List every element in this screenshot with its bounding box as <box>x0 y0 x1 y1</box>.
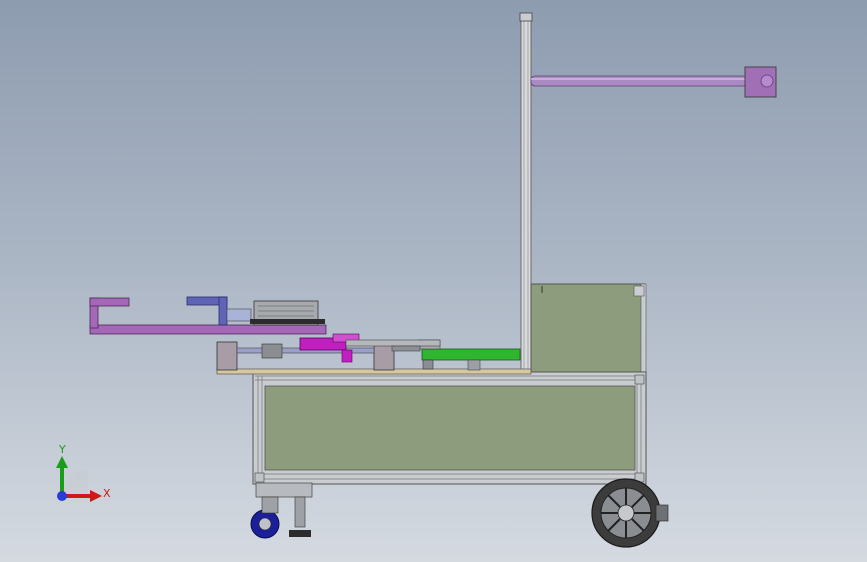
large-wheel <box>591 478 669 548</box>
coordinate-triad <box>56 456 102 502</box>
x-axis-arrow-icon <box>90 490 102 502</box>
slide-mechanism <box>216 333 441 371</box>
machine-cart-drawing <box>56 12 777 548</box>
cad-viewport[interactable]: X Y <box>0 0 867 562</box>
y-axis-label: Y <box>59 443 66 456</box>
overhead-arm <box>530 66 777 98</box>
vertical-post <box>519 12 533 375</box>
x-axis-label: X <box>103 487 111 500</box>
motor <box>250 300 325 326</box>
control-box <box>530 283 647 375</box>
base-frame <box>252 371 647 485</box>
z-axis-dot-icon <box>57 491 67 501</box>
caster-wheel <box>250 482 313 539</box>
blue-clamp <box>186 296 252 326</box>
y-axis-arrow-icon <box>56 456 68 468</box>
